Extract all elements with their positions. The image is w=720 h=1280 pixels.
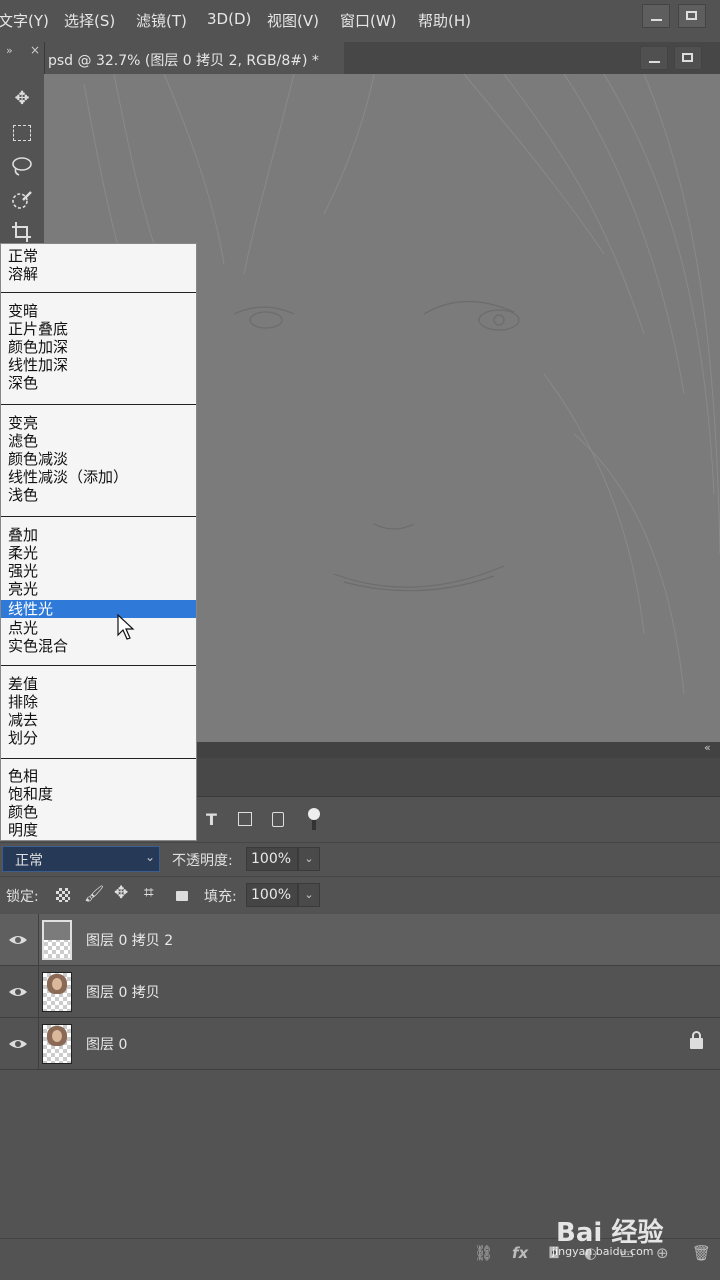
marquee-tool-icon[interactable]: [8, 120, 36, 146]
blend-option-exclusion[interactable]: 排除: [1, 693, 196, 711]
blend-option-luminosity[interactable]: 明度: [1, 821, 196, 839]
layer-row[interactable]: 图层 0 拷贝: [0, 966, 720, 1018]
visibility-eye-icon[interactable]: [8, 930, 28, 950]
menu-select[interactable]: 选择(S): [64, 10, 115, 31]
filter-toggle-icon[interactable]: [308, 808, 320, 820]
layer-name[interactable]: 图层 0: [86, 1034, 127, 1054]
blend-option-vivid-light[interactable]: 亮光: [1, 580, 196, 598]
mouse-cursor-icon: [117, 614, 135, 640]
menu-help[interactable]: 帮助(H): [418, 10, 471, 31]
blend-option-hue[interactable]: 色相: [1, 767, 196, 785]
baidu-watermark-url: jingyan.baidu.com: [552, 1245, 654, 1258]
lock-paint-icon[interactable]: 🖌: [84, 884, 104, 903]
blend-separator: [1, 292, 196, 293]
blend-option-linear-burn[interactable]: 线性加深: [1, 356, 196, 374]
close-icon[interactable]: ×: [30, 43, 40, 57]
blend-option-lighter-color[interactable]: 浅色: [1, 486, 196, 504]
layer-lock-shackle: [692, 1031, 701, 1040]
shape-filter-icon[interactable]: [238, 812, 252, 826]
menu-3d[interactable]: 3D(D): [207, 10, 251, 28]
blend-option-linear-dodge[interactable]: 线性减淡（添加）: [1, 468, 196, 486]
blend-option-normal[interactable]: 正常: [1, 247, 196, 265]
lock-row: 锁定: 🖌 ✥ ⌗ 填充: 100% ⌄: [0, 876, 720, 913]
lock-transparency-icon[interactable]: [56, 888, 70, 902]
chevron-down-icon: ⌄: [145, 850, 156, 864]
fx-icon[interactable]: fx: [512, 1244, 528, 1262]
blend-option-saturation[interactable]: 饱和度: [1, 785, 196, 803]
opacity-dropdown-icon[interactable]: ⌄: [298, 847, 320, 871]
eye-column-divider: [38, 914, 39, 966]
blend-separator: [1, 516, 196, 517]
blend-mode-value: 正常: [15, 853, 43, 869]
fill-dropdown-icon[interactable]: ⌄: [298, 883, 320, 907]
maximize-app-button[interactable]: [678, 4, 706, 28]
lock-position-icon[interactable]: ✥: [114, 883, 128, 903]
lock-artboard-icon[interactable]: ⌗: [144, 883, 154, 903]
move-tool-icon[interactable]: ✥: [8, 86, 36, 112]
menu-bar: 文字(Y) 选择(S) 滤镜(T) 3D(D) 视图(V) 窗口(W) 帮助(H…: [0, 0, 720, 40]
blend-option-difference[interactable]: 差值: [1, 675, 196, 693]
blend-option-multiply[interactable]: 正片叠底: [1, 320, 196, 338]
blend-mode-select[interactable]: 正常 ⌄: [2, 846, 160, 872]
layer-row[interactable]: 图层 0: [0, 1018, 720, 1070]
menu-window[interactable]: 窗口(W): [340, 10, 397, 31]
blend-option-color[interactable]: 颜色: [1, 803, 196, 821]
maximize-doc-button[interactable]: [674, 46, 702, 70]
menu-filter[interactable]: 滤镜(T): [136, 10, 187, 31]
lock-label: 锁定:: [6, 889, 39, 905]
layer-row[interactable]: 图层 0 拷贝 2: [0, 914, 720, 966]
blend-option-screen[interactable]: 滤色: [1, 432, 196, 450]
link-layers-icon[interactable]: ⛓: [474, 1244, 493, 1262]
type-filter-icon[interactable]: T: [206, 810, 217, 829]
blend-option-lighten[interactable]: 变亮: [1, 414, 196, 432]
layer-thumbnail[interactable]: [42, 1024, 72, 1064]
blend-option-pin-light[interactable]: 点光: [1, 619, 196, 637]
fill-input[interactable]: 100%: [246, 883, 298, 907]
blend-option-darker-color[interactable]: 深色: [1, 374, 196, 392]
blend-option-color-dodge[interactable]: 颜色减淡: [1, 450, 196, 468]
visibility-eye-icon[interactable]: [8, 1034, 28, 1054]
layer-thumbnail[interactable]: [42, 972, 72, 1012]
collapse-icon[interactable]: »: [6, 44, 13, 57]
lasso-tool-icon[interactable]: [8, 154, 36, 180]
visibility-eye-icon[interactable]: [8, 982, 28, 1002]
blend-mode-list: 正常 溶解 变暗 正片叠底 颜色加深 线性加深 深色 变亮 滤色 颜色减淡 线性…: [0, 243, 197, 841]
minimize-doc-button[interactable]: [640, 46, 668, 70]
delete-layer-icon[interactable]: 🗑: [692, 1244, 711, 1262]
eye-column-divider: [38, 966, 39, 1018]
layer-thumbnail[interactable]: [42, 920, 72, 960]
layer-name[interactable]: 图层 0 拷贝: [86, 982, 160, 1002]
blend-option-hard-mix[interactable]: 实色混合: [1, 637, 196, 655]
blend-separator: [1, 404, 196, 405]
blend-option-dissolve[interactable]: 溶解: [1, 265, 196, 283]
opacity-label: 不透明度:: [172, 853, 233, 869]
eye-column-divider: [38, 1018, 39, 1070]
blend-option-soft-light[interactable]: 柔光: [1, 544, 196, 562]
blend-option-color-burn[interactable]: 颜色加深: [1, 338, 196, 356]
blend-option-subtract[interactable]: 减去: [1, 711, 196, 729]
quick-selection-tool-icon[interactable]: [8, 188, 36, 214]
smart-object-filter-icon[interactable]: [272, 812, 284, 827]
tools-panel: » × ✥: [0, 42, 45, 252]
fill-label: 填充:: [204, 889, 237, 905]
minimize-app-button[interactable]: [642, 4, 670, 28]
opacity-input[interactable]: 100%: [246, 847, 298, 871]
baidu-watermark-logo: Bai 经验: [556, 1218, 664, 1248]
layer-name[interactable]: 图层 0 拷贝 2: [86, 930, 173, 950]
filter-toggle-stem: [312, 820, 316, 830]
blend-separator: [1, 758, 196, 759]
blend-option-overlay[interactable]: 叠加: [1, 526, 196, 544]
menu-type[interactable]: 文字(Y): [0, 10, 49, 31]
blend-option-hard-light[interactable]: 强光: [1, 562, 196, 580]
blend-option-linear-light[interactable]: 线性光: [1, 600, 196, 618]
blend-option-divide[interactable]: 划分: [1, 729, 196, 747]
document-tab-label: psd @ 32.7% (图层 0 拷贝 2, RGB/8#) *: [48, 53, 319, 69]
menu-view[interactable]: 视图(V): [267, 10, 319, 31]
blend-option-darken[interactable]: 变暗: [1, 302, 196, 320]
blend-separator: [1, 665, 196, 666]
lock-all-icon[interactable]: [176, 891, 188, 901]
collapse-panels-icon[interactable]: «: [704, 741, 711, 754]
